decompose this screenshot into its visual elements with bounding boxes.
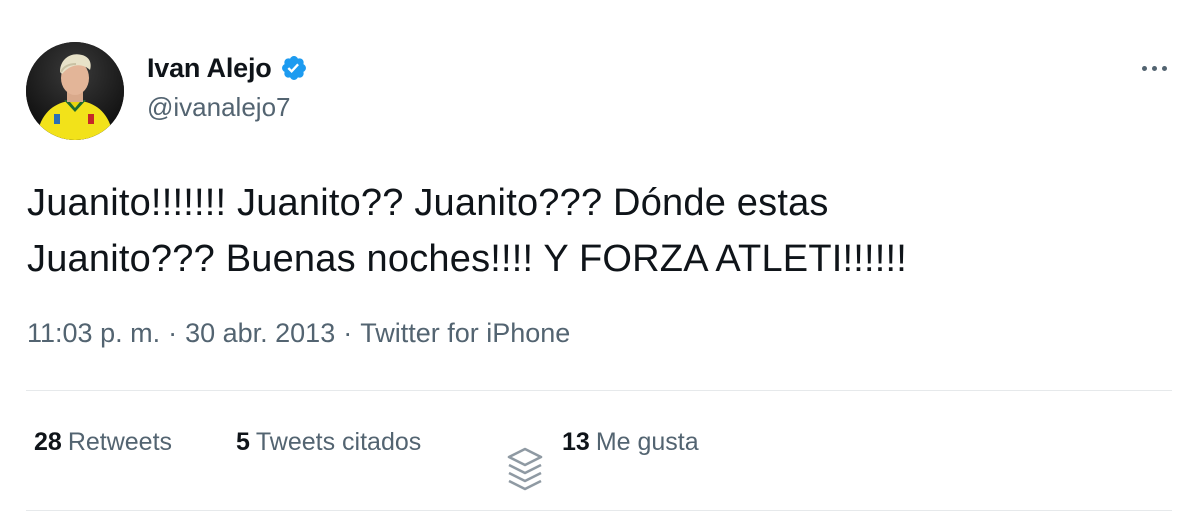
divider xyxy=(26,510,1172,511)
quote-tweets-stat[interactable]: 5 Tweets citados xyxy=(236,428,421,457)
likes-stat[interactable]: 13 Me gusta xyxy=(562,428,699,457)
tweet-source-link[interactable]: Twitter for iPhone xyxy=(360,318,570,349)
more-options-icon[interactable] xyxy=(1134,56,1174,80)
tweet-metadata: 11:03 p. m. · 30 abr. 2013 · Twitter for… xyxy=(27,318,570,349)
retweets-label: Retweets xyxy=(67,428,173,456)
tweet-stats: 28 Retweets 5 Tweets citados 13 Me gusta xyxy=(0,428,1200,464)
tweet-date[interactable]: 30 abr. 2013 xyxy=(185,318,335,349)
dot xyxy=(1151,65,1157,71)
quotes-label: Tweets citados xyxy=(255,428,422,456)
tweet-card: Ivan Alejo @ivanalejo7 Juanito!!!!!!! Ju… xyxy=(0,0,1200,514)
retweets-count: 28 xyxy=(34,428,62,456)
dot xyxy=(1161,65,1167,71)
quotes-count: 5 xyxy=(236,428,250,456)
tweet-author: Ivan Alejo @ivanalejo7 xyxy=(147,50,308,123)
likes-label: Me gusta xyxy=(595,428,699,456)
avatar[interactable] xyxy=(26,42,124,140)
dot xyxy=(1141,65,1147,71)
retweets-stat[interactable]: 28 Retweets xyxy=(34,428,172,457)
verified-badge-icon xyxy=(280,54,308,82)
divider xyxy=(26,390,1172,391)
separator: · xyxy=(168,318,178,348)
likes-count: 13 xyxy=(562,428,590,456)
author-display-name[interactable]: Ivan Alejo xyxy=(147,53,272,84)
author-name-row: Ivan Alejo xyxy=(147,50,308,86)
stack-layers-icon xyxy=(505,446,545,492)
separator: · xyxy=(343,318,353,348)
author-handle[interactable]: @ivanalejo7 xyxy=(147,92,308,123)
tweet-time[interactable]: 11:03 p. m. xyxy=(27,318,160,349)
tweet-text: Juanito!!!!!!! Juanito?? Juanito??? Dónd… xyxy=(27,182,908,280)
